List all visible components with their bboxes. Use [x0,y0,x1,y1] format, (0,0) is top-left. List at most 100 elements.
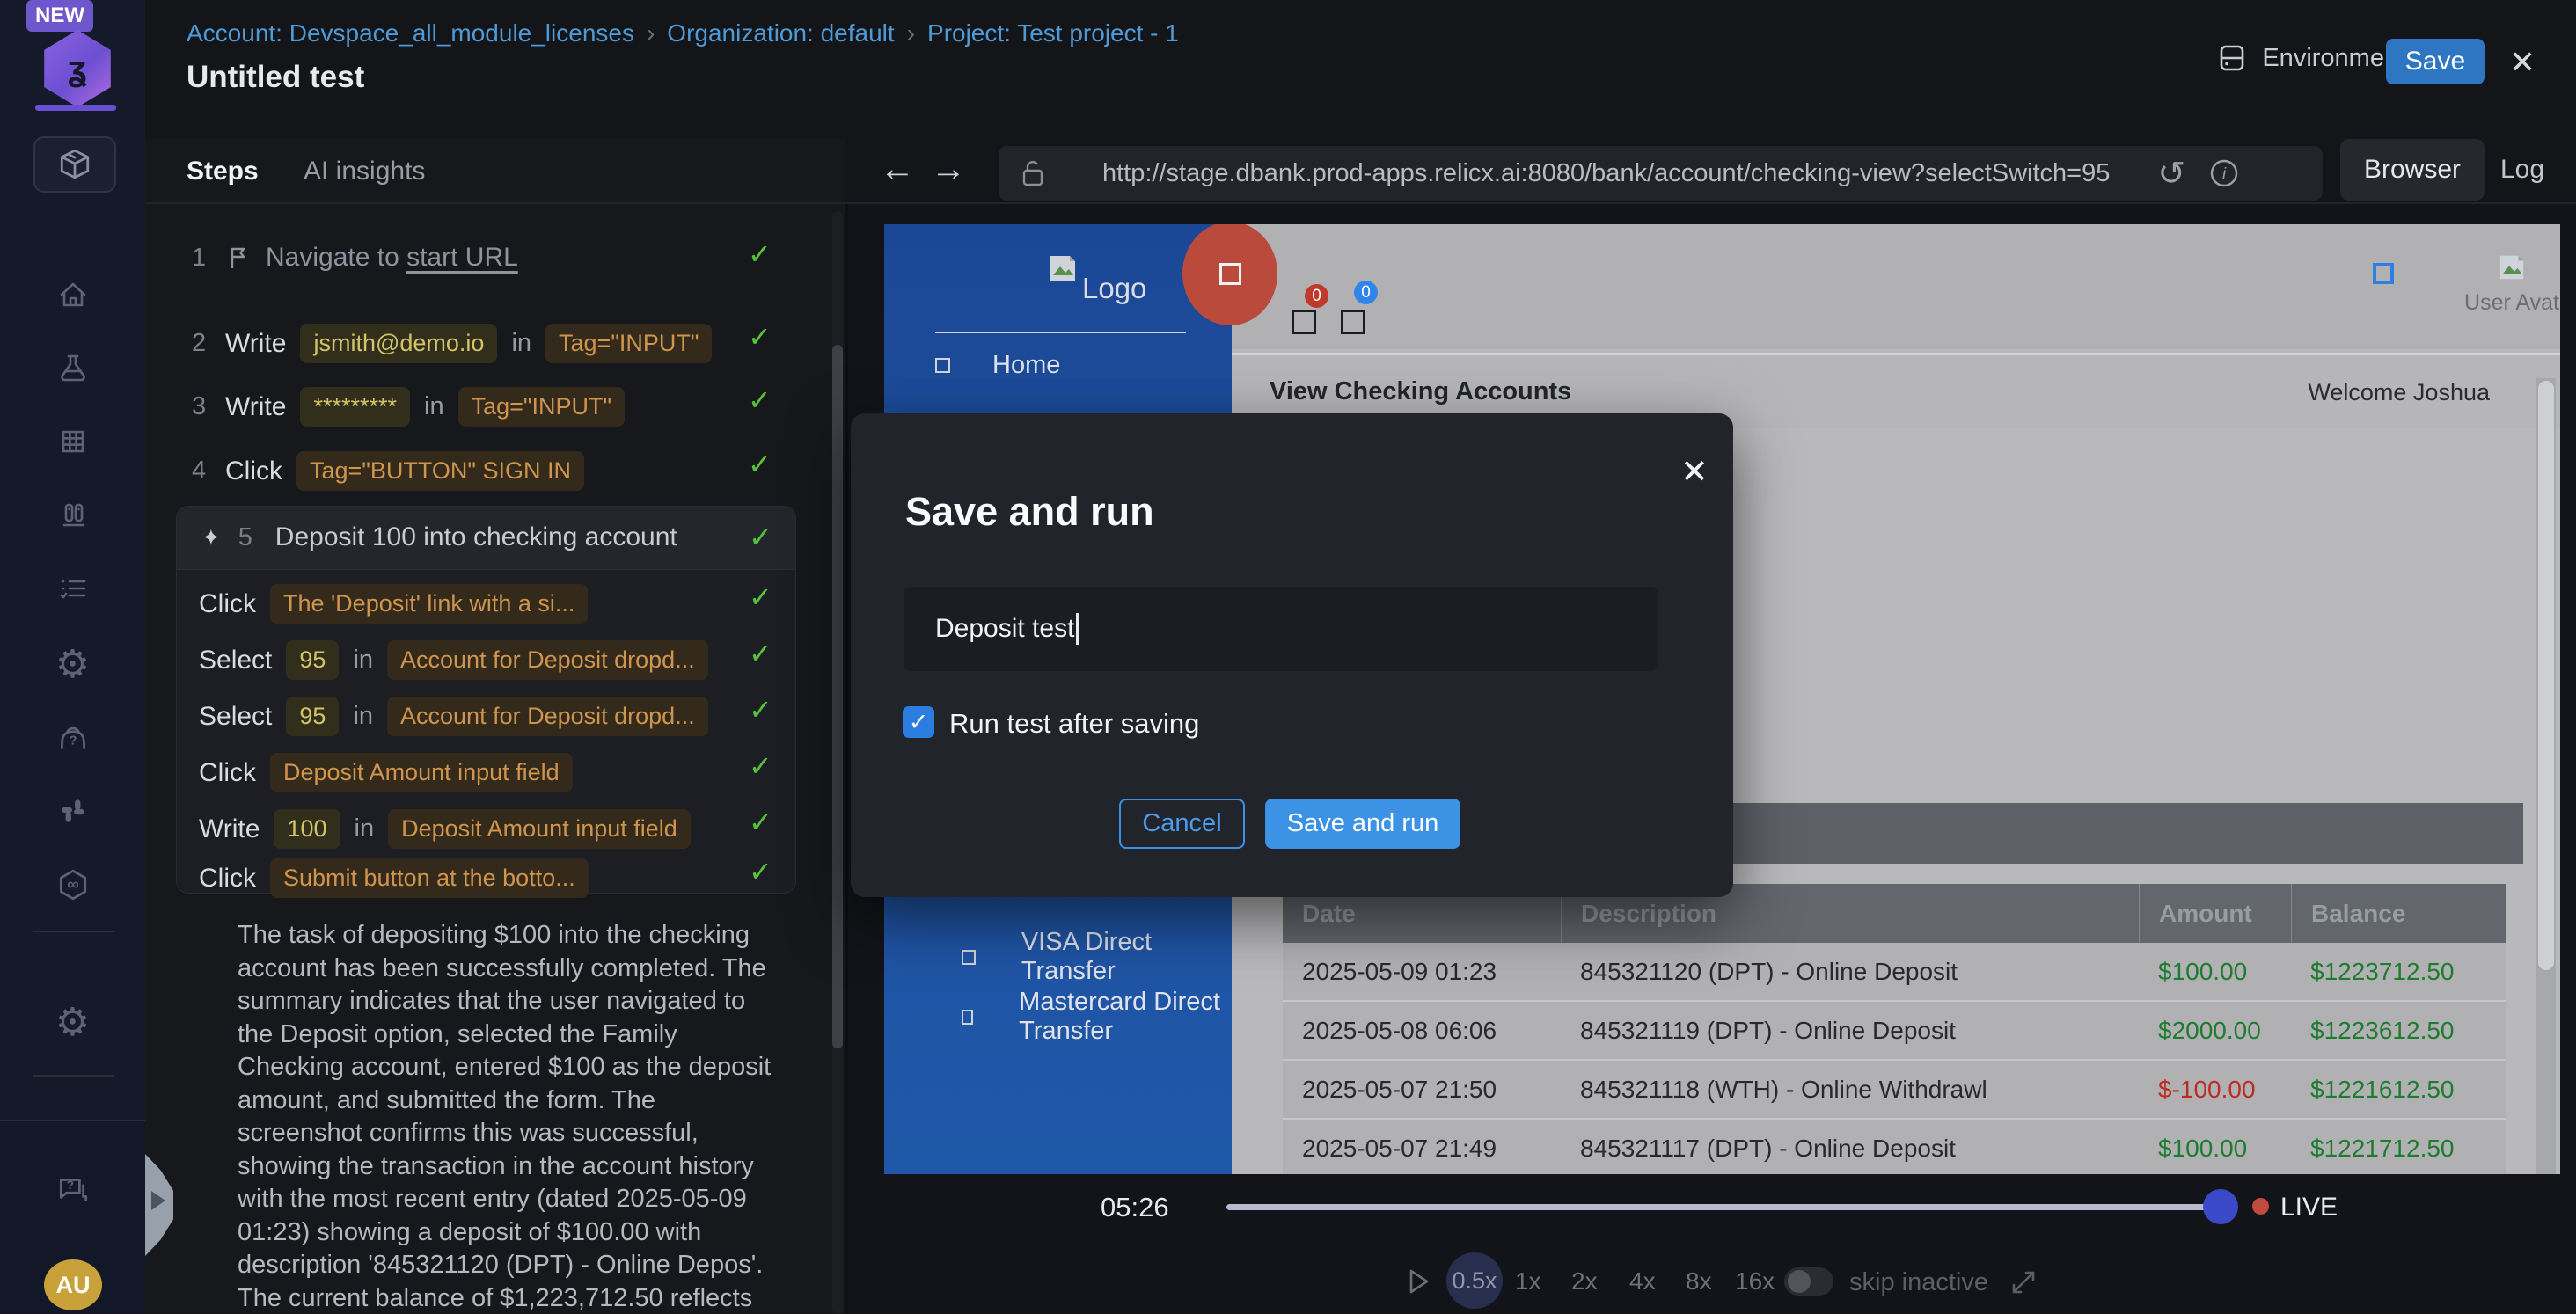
step-selector-badge[interactable]: Tag="INPUT" [545,324,712,363]
steps-scrollbar-thumb[interactable] [832,345,843,1048]
step-selector-badge[interactable]: Tag="BUTTON" SIGN IN [296,451,584,491]
breadcrumb-organization[interactable]: Organization: default [667,19,894,47]
substep-row[interactable]: Click Submit button at the botto... [199,858,589,898]
speed-4x[interactable]: 4x [1629,1267,1656,1296]
sidebar-item-tests-active[interactable] [33,136,116,193]
topbar-square-icon[interactable] [2373,263,2394,284]
start-url-link[interactable]: start URL [406,243,518,272]
sidebar-item-checklist[interactable] [0,572,145,605]
sidebar-item-help-chat[interactable]: ? [0,1172,145,1207]
tab-browser[interactable]: Browser [2340,139,2485,201]
substep-row[interactable]: Click Deposit Amount input field [199,753,573,792]
table-row[interactable]: 2025-05-07 21:50 845321118 (WTH) - Onlin… [1283,1061,2506,1120]
substep-row[interactable]: Write 100 in Deposit Amount input field [199,809,691,849]
bank-nav-mastercard[interactable]: Mastercard Direct Transfer [962,988,1232,1046]
url-text[interactable]: http://stage.dbank.prod-apps.relicx.ai:8… [1102,159,2110,188]
step-connector: in [511,329,531,358]
notification-badge-red: 0 [1305,284,1328,308]
breadcrumb: Account: Devspace_all_module_licenses › … [187,19,1179,47]
step-value-badge[interactable]: 95 [286,697,339,736]
step-row-navigate[interactable]: 1 Navigate to start URL [192,243,518,273]
sidebar-item-settings[interactable]: ⚙ [0,645,145,683]
step-selector-badge[interactable]: Account for Deposit dropd... [387,640,708,680]
live-label: LIVE [2280,1193,2338,1223]
skip-inactive-label[interactable]: skip inactive [1849,1268,1988,1297]
svg-text:∞: ∞ [67,875,79,894]
sidebar-item-home[interactable] [0,278,145,311]
browser-forward-icon[interactable]: → [931,150,966,189]
reload-icon[interactable]: ↺ [2157,154,2185,193]
step-row[interactable]: 3 Write ********* in Tag="INPUT" [192,387,625,427]
step-value-badge[interactable]: ********* [300,387,410,427]
col-header-balance[interactable]: Balance [2291,884,2506,943]
save-button[interactable]: Save [2386,39,2485,84]
bank-nav-home[interactable]: Home [935,351,1060,380]
sidebar-item-support[interactable]: ? [0,719,145,755]
message-icon-placeholder[interactable] [1341,310,1365,334]
bank-scrollbar-thumb[interactable] [2538,381,2554,970]
checkbox-label[interactable]: Run test after saving [949,708,1199,740]
col-header-amount[interactable]: Amount [2139,884,2291,943]
info-icon[interactable]: i [2206,156,2242,191]
breadcrumb-account[interactable]: Account: Devspace_all_module_licenses [187,19,634,47]
step-row[interactable]: 2 Write jsmith@demo.io in Tag="INPUT" [192,324,712,363]
notification-icon-placeholder[interactable] [1292,310,1316,334]
step-selector-badge[interactable]: The 'Deposit' link with a si... [270,584,588,624]
step-group-header[interactable]: ✦ 5 Deposit 100 into checking account ✓ [177,507,795,570]
playback-knob[interactable] [2203,1189,2238,1224]
success-check-icon: ✓ [749,580,772,614]
cancel-button[interactable]: Cancel [1119,799,1245,849]
bank-nav-visa[interactable]: VISA Direct Transfer [962,928,1232,986]
step-action: Click [199,864,256,894]
table-row[interactable]: 2025-05-09 01:23 845321120 (DPT) - Onlin… [1283,943,2506,1002]
transactions-table: Date Description Amount Balance 2025-05-… [1283,884,2506,1174]
step-value-badge[interactable]: 95 [286,640,339,680]
browser-back-icon[interactable]: ← [880,150,915,189]
substep-row[interactable]: Select 95 in Account for Deposit dropd..… [199,640,708,680]
step-selector-badge[interactable]: Deposit Amount input field [270,753,573,792]
sidebar-item-admin-settings[interactable]: ⚙ [0,1003,145,1041]
speed-0.5x-active[interactable]: 0.5x [1446,1252,1503,1309]
close-icon[interactable]: ✕ [2509,44,2536,81]
step-selector-badge[interactable]: Submit button at the botto... [270,858,589,898]
substep-row[interactable]: Select 95 in Account for Deposit dropd..… [199,697,708,736]
step-value-badge[interactable]: 100 [274,809,340,849]
step-row[interactable]: 4 Click Tag="BUTTON" SIGN IN [192,451,584,491]
bank-logo[interactable]: Logo [1047,252,1146,305]
table-row[interactable]: 2025-05-07 21:49 845321117 (DPT) - Onlin… [1283,1120,2506,1174]
sidebar-item-integrations[interactable]: ∞ [0,867,145,902]
avatar-alt-text: User Avat [2463,287,2560,318]
tab-steps[interactable]: Steps [187,157,259,186]
expand-icon[interactable] [2009,1268,2038,1296]
step-action: Click [199,589,256,619]
speed-8x[interactable]: 8x [1686,1267,1712,1296]
sidebar-item-slack[interactable] [0,793,145,829]
speed-2x[interactable]: 2x [1571,1267,1598,1296]
url-bar[interactable]: http://stage.dbank.prod-apps.relicx.ai:8… [999,146,2323,201]
substep-row[interactable]: Click The 'Deposit' link with a si... [199,584,588,624]
step-label: Navigate to start URL [266,243,518,273]
save-and-run-button[interactable]: Save and run [1265,799,1460,849]
table-row[interactable]: 2025-05-08 06:06 845321119 (DPT) - Onlin… [1283,1002,2506,1061]
sidebar-item-lab[interactable] [0,352,145,385]
sidebar-item-grid[interactable] [0,425,145,458]
step-selector-badge[interactable]: Deposit Amount input field [388,809,691,849]
test-name-input[interactable]: Deposit test [904,587,1658,671]
chat-question-icon: ? [55,1172,91,1207]
step-selector-badge[interactable]: Tag="INPUT" [458,387,625,427]
tab-ai-insights[interactable]: AI insights [304,157,425,186]
bank-user-avatar[interactable]: User Avat [2463,252,2560,318]
speed-1x[interactable]: 1x [1515,1267,1541,1296]
modal-close-icon[interactable]: ✕ [1680,452,1709,492]
run-after-saving-checkbox[interactable]: ✓ [903,706,934,738]
tab-log[interactable]: Log [2500,139,2544,201]
speed-16x[interactable]: 16x [1735,1267,1775,1296]
breadcrumb-project[interactable]: Project: Test project - 1 [927,19,1179,47]
success-check-icon: ✓ [749,806,772,839]
user-avatar[interactable]: AU [44,1259,102,1310]
step-selector-badge[interactable]: Account for Deposit dropd... [387,697,708,736]
step-value-badge[interactable]: jsmith@demo.io [300,324,497,363]
playback-track[interactable] [1226,1204,2219,1210]
play-icon[interactable] [1404,1267,1432,1296]
sidebar-item-columns[interactable] [0,498,145,533]
